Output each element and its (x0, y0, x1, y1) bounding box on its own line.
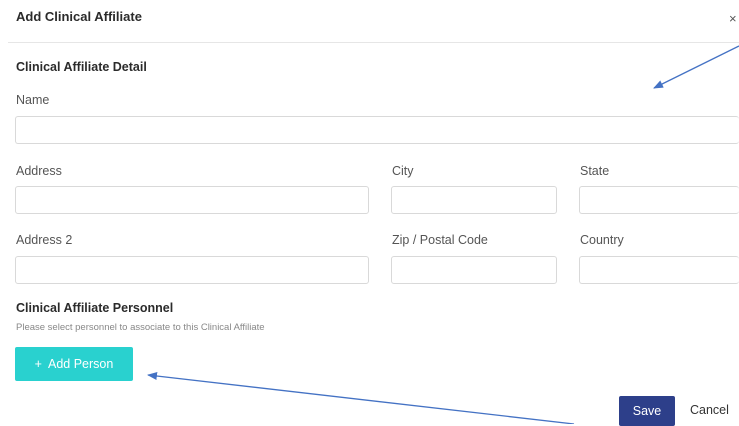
annotation-arrow-top (653, 45, 739, 89)
annotation-arrow-bottom (147, 372, 575, 424)
country-label: Country (580, 233, 624, 247)
personnel-hint: Please select personnel to associate to … (16, 322, 265, 333)
add-person-button[interactable]: + Add Person (15, 347, 133, 381)
section-title-personnel: Clinical Affiliate Personnel (16, 301, 174, 315)
name-input[interactable] (15, 116, 739, 144)
country-input[interactable] (579, 256, 739, 284)
zip-label: Zip / Postal Code (392, 233, 488, 247)
modal-title: Add Clinical Affiliate (16, 9, 142, 24)
address2-input[interactable] (15, 256, 369, 284)
city-input[interactable] (391, 186, 557, 214)
zip-input[interactable] (391, 256, 557, 284)
city-label: City (392, 164, 414, 178)
section-title-detail: Clinical Affiliate Detail (16, 60, 147, 74)
address2-label: Address 2 (16, 233, 73, 247)
close-icon[interactable]: × (729, 12, 737, 25)
address-label: Address (16, 164, 62, 178)
plus-icon: + (34, 357, 42, 371)
state-label: State (580, 164, 610, 178)
name-label: Name (16, 93, 50, 107)
state-input[interactable] (579, 186, 739, 214)
cancel-button[interactable]: Cancel (690, 403, 729, 417)
save-button[interactable]: Save (619, 396, 675, 426)
address-input[interactable] (15, 186, 369, 214)
add-person-label: Add Person (47, 357, 114, 371)
header-divider (8, 42, 739, 43)
